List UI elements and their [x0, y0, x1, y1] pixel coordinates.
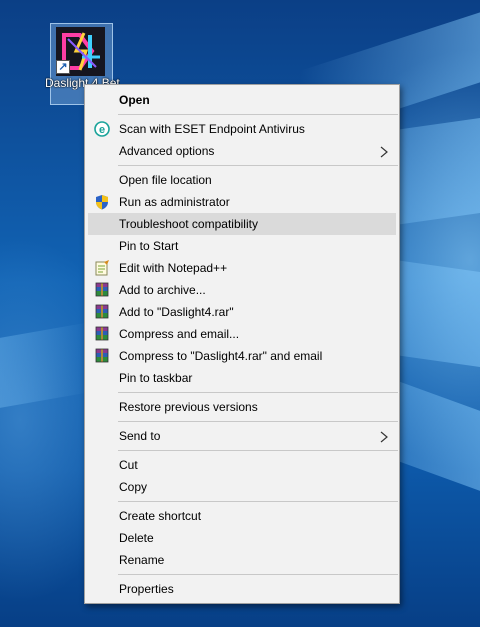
menu-item-delete[interactable]: Delete: [88, 527, 396, 549]
menu-item-add-to-rar[interactable]: Add to "Daslight4.rar": [88, 301, 396, 323]
menu-item-properties[interactable]: Properties: [88, 578, 396, 600]
menu-item-open[interactable]: Open: [88, 89, 396, 111]
menu-item-open-file-location[interactable]: Open file location: [88, 169, 396, 191]
menu-item-pin-to-start[interactable]: Pin to Start: [88, 235, 396, 257]
menu-item-label: Compress and email...: [119, 327, 240, 341]
menu-item-run-as-administrator[interactable]: Run as administrator: [88, 191, 396, 213]
menu-item-label: Send to: [119, 429, 161, 443]
menu-item-label: Open: [119, 93, 150, 107]
menu-item-label: Open file location: [119, 173, 212, 187]
menu-item-label: Add to "Daslight4.rar": [119, 305, 234, 319]
eset-icon: e: [94, 121, 110, 137]
wallpaper-light-beam: [0, 322, 90, 408]
menu-item-send-to[interactable]: Send to: [88, 425, 396, 447]
menu-item-restore-previous-versions[interactable]: Restore previous versions: [88, 396, 396, 418]
menu-item-label: Pin to Start: [119, 239, 179, 253]
menu-item-label: Cut: [119, 458, 138, 472]
menu-item-edit-with-notepadpp[interactable]: Edit with Notepad++: [88, 257, 396, 279]
menu-item-label: Pin to taskbar: [119, 371, 193, 385]
menu-item-label: Edit with Notepad++: [119, 261, 228, 275]
uac-shield-icon: [94, 194, 110, 210]
menu-item-label: Copy: [119, 480, 148, 494]
winrar-icon: [94, 326, 110, 342]
menu-item-label: Restore previous versions: [119, 400, 258, 414]
menu-item-label: Advanced options: [119, 144, 215, 158]
menu-item-label: Delete: [119, 531, 154, 545]
notepadpp-icon: [94, 260, 110, 276]
menu-item-label: Create shortcut: [119, 509, 202, 523]
menu-item-create-shortcut[interactable]: Create shortcut: [88, 505, 396, 527]
menu-item-add-to-archive[interactable]: Add to archive...: [88, 279, 396, 301]
svg-text:e: e: [99, 124, 105, 136]
winrar-icon: [94, 282, 110, 298]
chevron-right-icon: [378, 430, 390, 443]
menu-separator: [118, 450, 398, 451]
menu-item-advanced-options[interactable]: Advanced options: [88, 140, 396, 162]
menu-item-label: Properties: [119, 582, 174, 596]
menu-separator: [118, 165, 398, 166]
menu-item-label: Rename: [119, 553, 165, 567]
winrar-icon: [94, 304, 110, 320]
context-menu: Open e Scan with ESET Endpoint Antivirus…: [84, 84, 400, 604]
menu-item-pin-to-taskbar[interactable]: Pin to taskbar: [88, 367, 396, 389]
menu-item-label: Scan with ESET Endpoint Antivirus: [119, 122, 305, 136]
menu-separator: [118, 574, 398, 575]
menu-item-troubleshoot-compatibility[interactable]: Troubleshoot compatibility: [88, 213, 396, 235]
menu-item-copy[interactable]: Copy: [88, 476, 396, 498]
menu-separator: [118, 114, 398, 115]
menu-item-compress-and-email[interactable]: Compress and email...: [88, 323, 396, 345]
menu-item-label: Compress to "Daslight4.rar" and email: [119, 349, 323, 363]
menu-item-label: Troubleshoot compatibility: [119, 217, 258, 231]
menu-item-rename[interactable]: Rename: [88, 549, 396, 571]
menu-separator: [118, 392, 398, 393]
menu-item-cut[interactable]: Cut: [88, 454, 396, 476]
chevron-right-icon: [378, 145, 390, 158]
winrar-icon: [94, 348, 110, 364]
menu-item-compress-to-rar-and-email[interactable]: Compress to "Daslight4.rar" and email: [88, 345, 396, 367]
shortcut-arrow-icon: ↗: [56, 60, 70, 74]
menu-item-label: Run as administrator: [119, 195, 230, 209]
menu-separator: [118, 501, 398, 502]
menu-separator: [118, 421, 398, 422]
menu-item-scan-eset[interactable]: e Scan with ESET Endpoint Antivirus: [88, 118, 396, 140]
menu-item-label: Add to archive...: [119, 283, 206, 297]
